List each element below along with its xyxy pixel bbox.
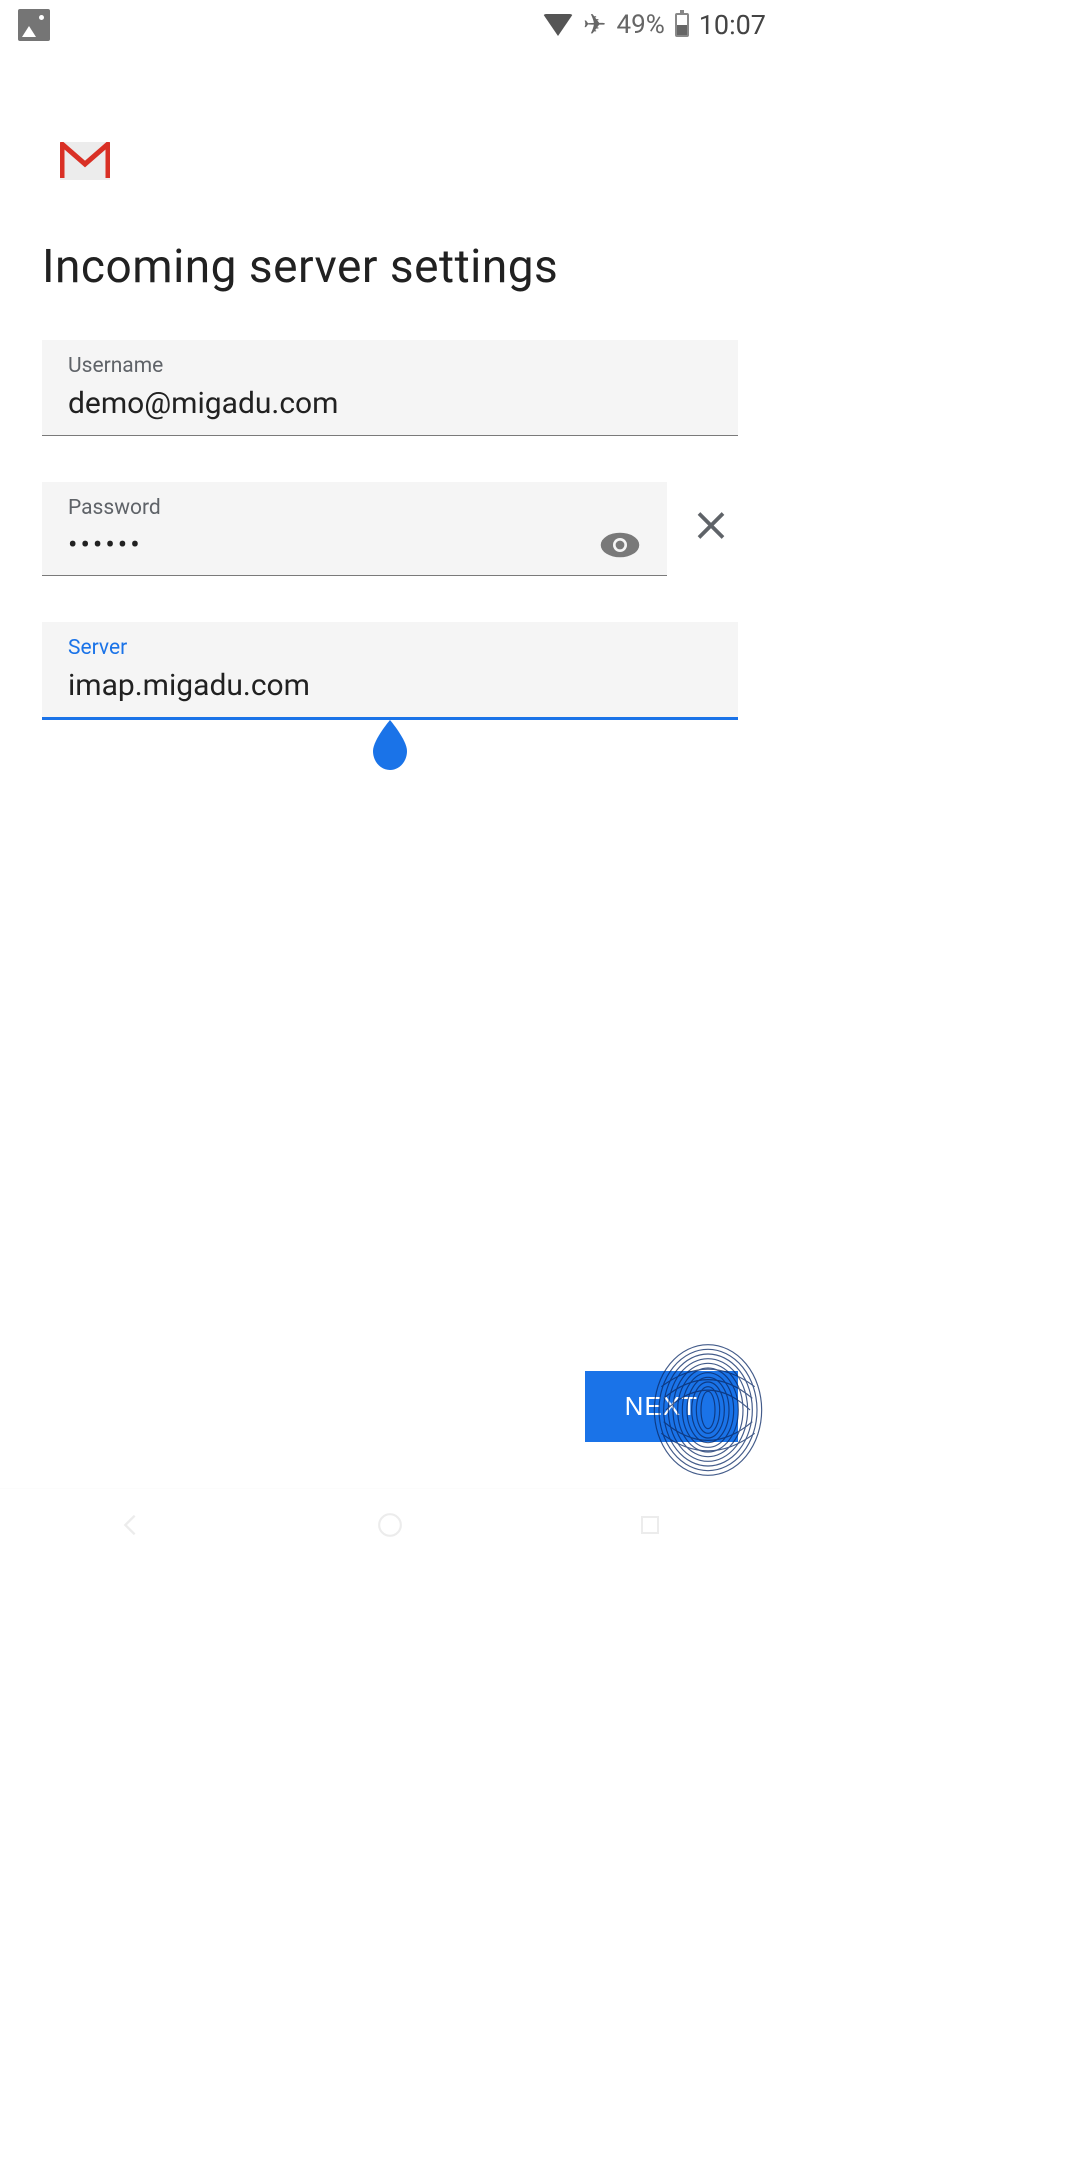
battery-icon — [675, 13, 689, 37]
page-title: Incoming server settings — [42, 240, 738, 294]
password-field[interactable]: Password •••••• — [42, 482, 667, 576]
back-button[interactable] — [111, 1506, 149, 1544]
wifi-icon — [543, 14, 573, 36]
clock: 10:07 — [699, 9, 766, 41]
eye-icon[interactable] — [599, 531, 641, 559]
server-value: imap.migadu.com — [68, 668, 712, 703]
text-cursor-handle-icon[interactable] — [369, 720, 411, 770]
server-label: Server — [68, 636, 712, 660]
username-value: demo@migadu.com — [68, 386, 712, 421]
home-button[interactable] — [371, 1506, 409, 1544]
clear-password-button[interactable] — [693, 507, 729, 550]
username-label: Username — [68, 354, 712, 378]
recent-apps-button[interactable] — [631, 1506, 669, 1544]
status-bar: ✈ 49% 10:07 — [0, 0, 780, 50]
touch-indicator-icon — [648, 1340, 768, 1480]
airplane-icon: ✈ — [583, 11, 606, 39]
navigation-bar — [0, 1488, 780, 1560]
battery-percentage: 49% — [616, 10, 664, 40]
username-field[interactable]: Username demo@migadu.com — [42, 340, 738, 436]
password-value: •••••• — [68, 528, 599, 561]
server-field[interactable]: Server imap.migadu.com — [42, 622, 738, 720]
screenshot-notification-icon — [18, 9, 50, 41]
password-label: Password — [68, 496, 641, 520]
gmail-icon — [60, 142, 110, 180]
